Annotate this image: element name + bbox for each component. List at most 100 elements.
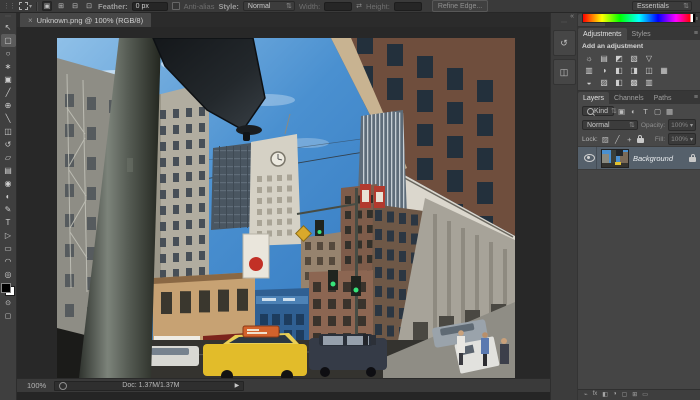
hand-tool[interactable]: ◠	[1, 255, 16, 268]
hue-saturation-icon[interactable]: ▥	[582, 64, 596, 76]
link-dimensions-icon[interactable]: ⇄	[356, 2, 362, 10]
layer-name[interactable]: Background	[633, 154, 685, 163]
clone-stamp-tool[interactable]: ◫	[1, 125, 16, 138]
quick-selection-tool[interactable]: ∗	[1, 60, 16, 73]
doc-info-box[interactable]: Doc: 1.37M/1.37M ▶	[54, 381, 244, 391]
zoom-level[interactable]: 100%	[27, 381, 46, 390]
status-menu-arrow-icon[interactable]: ▶	[235, 382, 240, 389]
tab-adjustments[interactable]: Adjustments	[578, 28, 627, 40]
blend-mode-value: Normal	[587, 122, 610, 129]
type-tool[interactable]: T	[1, 216, 16, 229]
feather-input[interactable]: 0 px	[132, 2, 168, 11]
workspace-select[interactable]: Essentials ⇅	[632, 1, 692, 11]
vibrance-icon[interactable]: ▽	[642, 52, 656, 64]
invert-icon[interactable]: ◒	[582, 76, 596, 88]
channel-mixer-icon[interactable]: ◫	[642, 64, 656, 76]
lasso-tool[interactable]: ○	[1, 47, 16, 60]
gradient-map-icon[interactable]: ▩	[627, 76, 641, 88]
strip-grip[interactable]: ⋯	[561, 21, 567, 27]
panel-menu-icon[interactable]: ≡	[694, 94, 698, 101]
new-adjustment-layer-icon[interactable]: ◑	[613, 391, 617, 397]
options-grip[interactable]: ⋮⋮	[3, 2, 15, 10]
style-select[interactable]: Normal ⇅	[243, 1, 295, 11]
lock-all-icon[interactable]	[637, 138, 644, 143]
path-selection-tool[interactable]: ▷	[1, 229, 16, 242]
color-spectrum-ramp[interactable]	[582, 13, 696, 23]
layer-row-background[interactable]: Background	[578, 146, 700, 170]
pen-tool[interactable]: ✎	[1, 203, 16, 216]
shape-layer-filter-icon[interactable]: ▢	[653, 107, 662, 116]
history-panel-button[interactable]: ↺	[553, 30, 576, 56]
new-selection-button[interactable]: ▣	[42, 1, 52, 11]
layer-thumbnail[interactable]	[601, 149, 629, 168]
selective-color-icon[interactable]: ▥	[642, 76, 656, 88]
blend-mode-select[interactable]: Normal ⇅	[582, 120, 638, 130]
photo-filter-icon[interactable]: ◨	[627, 64, 641, 76]
levels-icon[interactable]: ▤	[597, 52, 611, 64]
delete-layer-icon[interactable]: ▭	[642, 391, 648, 398]
type-layer-filter-icon[interactable]: T	[641, 107, 650, 116]
curves-icon[interactable]: ◩	[612, 52, 626, 64]
expand-panels-icon[interactable]: «	[570, 13, 574, 21]
new-layer-icon[interactable]: ⊞	[632, 391, 637, 398]
lock-position-icon[interactable]: +	[625, 135, 634, 144]
properties-panel-button[interactable]: ◫	[553, 59, 576, 85]
opacity-value[interactable]: 100% ▾	[668, 119, 696, 131]
layer-mask-icon[interactable]: ◧	[602, 391, 608, 398]
lock-paint-icon[interactable]: ╱	[613, 135, 622, 144]
black-white-icon[interactable]: ◧	[612, 64, 626, 76]
tab-layers[interactable]: Layers	[578, 92, 609, 104]
canvas-area[interactable]: HENRY'S	[17, 27, 550, 378]
tab-styles[interactable]: Styles	[627, 28, 656, 40]
tab-channels[interactable]: Channels	[609, 92, 649, 104]
subtract-selection-button[interactable]: ⊟	[70, 1, 80, 11]
refine-edge-button[interactable]: Refine Edge...	[432, 0, 488, 12]
quick-mask-button[interactable]: ⊙	[1, 296, 16, 309]
gradient-tool[interactable]: ▤	[1, 164, 16, 177]
height-input[interactable]	[394, 2, 422, 11]
foreground-color-swatch[interactable]	[1, 283, 11, 293]
width-input[interactable]	[324, 2, 352, 11]
add-selection-button[interactable]: ⊞	[56, 1, 66, 11]
tool-preset-picker[interactable]: ▾	[19, 2, 32, 10]
healing-brush-tool[interactable]: ⊕	[1, 99, 16, 112]
adjustment-layer-filter-icon[interactable]: ◐	[629, 107, 638, 116]
color-lookup-icon[interactable]: ▦	[657, 64, 671, 76]
layer-effects-icon[interactable]: fx	[593, 391, 598, 397]
move-tool[interactable]: ↖	[1, 21, 16, 34]
crop-tool[interactable]: ▣	[1, 73, 16, 86]
threshold-icon[interactable]: ◧	[612, 76, 626, 88]
eraser-tool[interactable]: ▱	[1, 151, 16, 164]
marquee-icon	[19, 2, 28, 10]
exposure-icon[interactable]: ▧	[627, 52, 641, 64]
smart-object-filter-icon[interactable]: ▦	[665, 107, 674, 116]
zoom-tool[interactable]: ◎	[1, 268, 16, 281]
link-layers-icon[interactable]: ⌁	[584, 391, 588, 398]
intersect-selection-button[interactable]: ⊡	[84, 1, 94, 11]
visibility-toggle[interactable]	[582, 147, 597, 169]
adjustments-panel-tabs: Adjustments Styles ≡	[578, 27, 700, 40]
pixel-layer-filter-icon[interactable]: ▣	[617, 107, 626, 116]
filter-kind-select[interactable]: Kind ⇅	[582, 106, 614, 116]
posterize-icon[interactable]: ▨	[597, 76, 611, 88]
blur-tool[interactable]: ◉	[1, 177, 16, 190]
color-balance-icon[interactable]: ◑	[597, 64, 611, 76]
screen-mode-button[interactable]: ▢	[1, 309, 16, 322]
doc-size-text: Doc: 1.37M/1.37M	[67, 382, 234, 389]
eyedropper-tool[interactable]: ╱	[1, 86, 16, 99]
fill-value[interactable]: 100% ▾	[668, 133, 696, 145]
close-icon[interactable]: ×	[28, 16, 33, 25]
photo-roof-sign	[243, 234, 269, 278]
dodge-tool[interactable]: ◐	[1, 190, 16, 203]
history-brush-tool[interactable]: ↺	[1, 138, 16, 151]
new-group-icon[interactable]: ▢	[622, 391, 628, 398]
lock-transparency-icon[interactable]: ▨	[601, 135, 610, 144]
panel-menu-icon[interactable]: ≡	[694, 30, 698, 37]
brightness-contrast-icon[interactable]: ☼	[582, 52, 596, 64]
document-tab[interactable]: × Unknown.png @ 100% (RGB/8)	[20, 13, 151, 27]
brush-tool[interactable]: ╲	[1, 112, 16, 125]
rectangular-marquee-tool[interactable]: ▢	[1, 34, 16, 47]
anti-alias-checkbox[interactable]	[172, 2, 180, 10]
rectangle-tool[interactable]: ▭	[1, 242, 16, 255]
tab-paths[interactable]: Paths	[649, 92, 677, 104]
